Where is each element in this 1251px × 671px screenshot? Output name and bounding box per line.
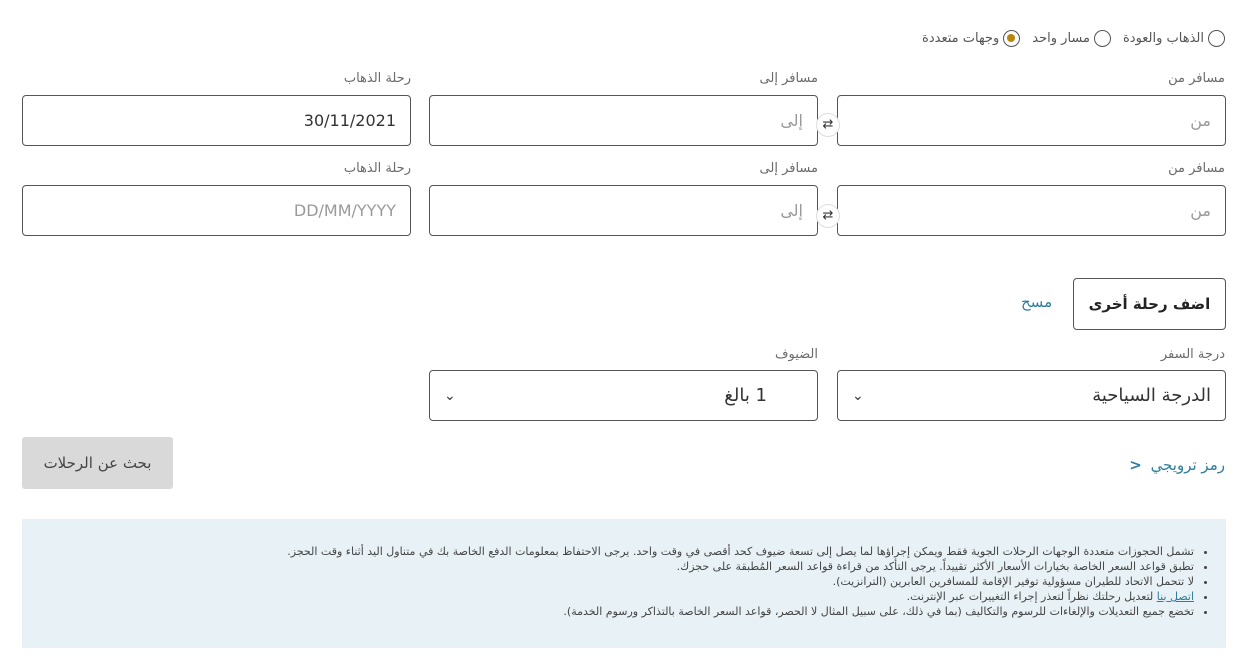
leg1-date-input[interactable] xyxy=(23,96,410,145)
radio-one-way-circle[interactable] xyxy=(1093,30,1111,47)
contact-us-link[interactable]: اتصل بنا xyxy=(1157,590,1194,603)
guests-label: الضيوف xyxy=(775,347,818,362)
radio-multi-city-circle[interactable] xyxy=(1003,30,1021,47)
leg1-to-field[interactable] xyxy=(429,95,818,146)
notice-item: لا تتحمل الاتحاد للطيران مسؤولية توفير ا… xyxy=(36,574,1194,589)
cabin-label: درجة السفر xyxy=(1160,347,1225,362)
promo-code-label: رمز ترويجي xyxy=(1150,456,1225,474)
leg2-to-input[interactable] xyxy=(430,186,817,235)
leg2-to-label: مسافر إلى xyxy=(759,161,818,176)
leg1-to-label: مسافر إلى xyxy=(759,71,818,86)
chevron-left-icon: < xyxy=(1129,456,1142,474)
leg2-date-label: رحلة الذهاب xyxy=(343,161,411,176)
radio-multi-city-label: وجهات متعددة xyxy=(922,31,1000,46)
add-flight-button[interactable]: اضف رحلة أخرى xyxy=(1073,278,1226,330)
radio-one-way-label: مسار واحد xyxy=(1032,31,1090,46)
leg2-to-field[interactable] xyxy=(429,185,818,236)
leg2-from-input[interactable] xyxy=(838,186,1225,235)
leg1-date-label: رحلة الذهاب xyxy=(343,71,411,86)
trip-type-group: الذهاب والعودة مسار واحد وجهات متعددة xyxy=(922,30,1225,47)
clear-link[interactable]: مسح xyxy=(1021,293,1052,311)
leg1-from-label: مسافر من xyxy=(1168,71,1225,86)
search-flights-button[interactable]: بحث عن الرحلات xyxy=(22,437,173,489)
leg1-from-input[interactable] xyxy=(838,96,1225,145)
leg2-date-input[interactable] xyxy=(23,186,410,235)
chevron-down-icon: ⌄ xyxy=(852,387,864,404)
chevron-down-icon: ⌄ xyxy=(444,387,456,404)
info-notice-box: تشمل الحجوزات متعددة الوجهات الرحلات الج… xyxy=(22,519,1226,648)
notice-item: تشمل الحجوزات متعددة الوجهات الرحلات الج… xyxy=(36,544,1194,559)
radio-one-way[interactable]: مسار واحد xyxy=(1032,30,1111,47)
leg1-date-field[interactable] xyxy=(22,95,411,146)
notice-item: اتصل بنا لتعديل رحلتك نظراً لتعذر إجراء … xyxy=(36,589,1194,604)
leg2-swap-icon[interactable]: ⇄ xyxy=(816,204,840,228)
leg2-from-field[interactable] xyxy=(837,185,1226,236)
notice-item: تخضع جميع التعديلات والإلغاءات للرسوم وا… xyxy=(36,604,1194,619)
leg1-to-input[interactable] xyxy=(430,96,817,145)
radio-round-trip-circle[interactable] xyxy=(1208,30,1225,47)
leg2-from-label: مسافر من xyxy=(1168,161,1225,176)
guests-value: 1 بالغ xyxy=(724,385,767,406)
leg2-date-field[interactable] xyxy=(22,185,411,236)
notice-item-text: لتعديل رحلتك نظراً لتعذر إجراء التغييرات… xyxy=(906,590,1157,603)
cabin-value: الدرجة السياحية xyxy=(1092,385,1211,406)
guests-select[interactable]: 1 بالغ ⌄ xyxy=(429,370,818,421)
leg1-swap-icon[interactable]: ⇄ xyxy=(816,113,840,137)
leg1-from-field[interactable] xyxy=(837,95,1226,146)
radio-multi-city[interactable]: وجهات متعددة xyxy=(922,30,1021,47)
notice-list: تشمل الحجوزات متعددة الوجهات الرحلات الج… xyxy=(36,544,1212,619)
cabin-select[interactable]: الدرجة السياحية ⌄ xyxy=(837,370,1226,421)
promo-code-link[interactable]: رمز ترويجي < xyxy=(1129,456,1225,474)
notice-item: تطبق قواعد السعر الخاصة بخيارات الأسعار … xyxy=(36,559,1194,574)
radio-round-trip-label: الذهاب والعودة xyxy=(1122,31,1204,46)
radio-round-trip[interactable]: الذهاب والعودة xyxy=(1123,30,1225,47)
